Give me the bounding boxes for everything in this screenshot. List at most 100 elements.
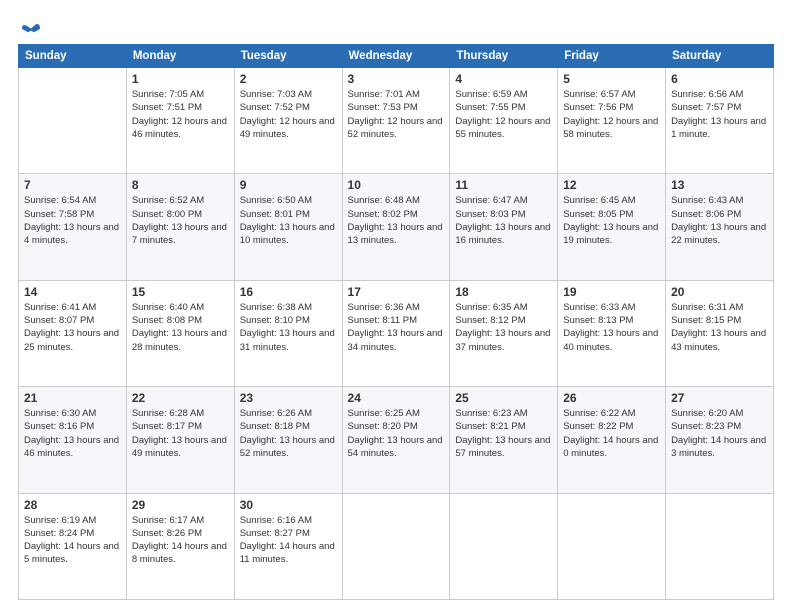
calendar-week-row: 14 Sunrise: 6:41 AMSunset: 8:07 PMDayligh… — [19, 280, 774, 386]
day-info: Sunrise: 6:54 AMSunset: 7:58 PMDaylight:… — [24, 194, 121, 247]
weekday-header-cell: Friday — [558, 45, 666, 68]
day-number: 22 — [132, 391, 229, 405]
day-number: 5 — [563, 72, 660, 86]
day-number: 28 — [24, 498, 121, 512]
day-info: Sunrise: 6:47 AMSunset: 8:03 PMDaylight:… — [455, 194, 552, 247]
day-info: Sunrise: 7:03 AMSunset: 7:52 PMDaylight:… — [240, 88, 337, 141]
calendar-cell: 12 Sunrise: 6:45 AMSunset: 8:05 PMDayligh… — [558, 174, 666, 280]
weekday-header-cell: Saturday — [666, 45, 774, 68]
day-info: Sunrise: 6:43 AMSunset: 8:06 PMDaylight:… — [671, 194, 768, 247]
day-number: 10 — [348, 178, 445, 192]
day-info: Sunrise: 7:01 AMSunset: 7:53 PMDaylight:… — [348, 88, 445, 141]
day-number: 1 — [132, 72, 229, 86]
day-number: 17 — [348, 285, 445, 299]
day-info: Sunrise: 6:17 AMSunset: 8:26 PMDaylight:… — [132, 514, 229, 567]
day-number: 23 — [240, 391, 337, 405]
weekday-header-cell: Monday — [126, 45, 234, 68]
calendar-cell: 30 Sunrise: 6:16 AMSunset: 8:27 PMDayligh… — [234, 493, 342, 599]
day-info: Sunrise: 6:40 AMSunset: 8:08 PMDaylight:… — [132, 301, 229, 354]
calendar-week-row: 28 Sunrise: 6:19 AMSunset: 8:24 PMDayligh… — [19, 493, 774, 599]
calendar-cell — [450, 493, 558, 599]
calendar-cell: 13 Sunrise: 6:43 AMSunset: 8:06 PMDayligh… — [666, 174, 774, 280]
calendar-cell — [342, 493, 450, 599]
day-number: 24 — [348, 391, 445, 405]
day-number: 6 — [671, 72, 768, 86]
day-info: Sunrise: 6:57 AMSunset: 7:56 PMDaylight:… — [563, 88, 660, 141]
day-info: Sunrise: 6:45 AMSunset: 8:05 PMDaylight:… — [563, 194, 660, 247]
calendar-table: SundayMondayTuesdayWednesdayThursdayFrid… — [18, 44, 774, 600]
day-number: 18 — [455, 285, 552, 299]
calendar-cell: 4Sunrise: 6:59 AMSunset: 7:55 PMDaylight… — [450, 68, 558, 174]
day-number: 16 — [240, 285, 337, 299]
day-info: Sunrise: 6:59 AMSunset: 7:55 PMDaylight:… — [455, 88, 552, 141]
day-number: 25 — [455, 391, 552, 405]
calendar-cell: 24 Sunrise: 6:25 AMSunset: 8:20 PMDayligh… — [342, 387, 450, 493]
calendar-cell: 25 Sunrise: 6:23 AMSunset: 8:21 PMDayligh… — [450, 387, 558, 493]
day-info: Sunrise: 6:30 AMSunset: 8:16 PMDaylight:… — [24, 407, 121, 460]
day-number: 26 — [563, 391, 660, 405]
calendar-cell: 7 Sunrise: 6:54 AMSunset: 7:58 PMDaylight… — [19, 174, 127, 280]
day-number: 19 — [563, 285, 660, 299]
day-info: Sunrise: 6:26 AMSunset: 8:18 PMDaylight:… — [240, 407, 337, 460]
calendar-cell: 16Sunrise: 6:38 AMSunset: 8:10 PMDayligh… — [234, 280, 342, 386]
calendar-cell: 5 Sunrise: 6:57 AMSunset: 7:56 PMDaylight… — [558, 68, 666, 174]
weekday-header-cell: Tuesday — [234, 45, 342, 68]
day-number: 3 — [348, 72, 445, 86]
day-number: 20 — [671, 285, 768, 299]
day-info: Sunrise: 6:36 AMSunset: 8:11 PMDaylight:… — [348, 301, 445, 354]
weekday-header-cell: Thursday — [450, 45, 558, 68]
calendar-cell: 14 Sunrise: 6:41 AMSunset: 8:07 PMDayligh… — [19, 280, 127, 386]
day-info: Sunrise: 6:52 AMSunset: 8:00 PMDaylight:… — [132, 194, 229, 247]
header — [18, 18, 774, 36]
calendar-cell: 20 Sunrise: 6:31 AMSunset: 8:15 PMDayligh… — [666, 280, 774, 386]
day-info: Sunrise: 6:22 AMSunset: 8:22 PMDaylight:… — [563, 407, 660, 460]
day-number: 15 — [132, 285, 229, 299]
day-info: Sunrise: 6:35 AMSunset: 8:12 PMDaylight:… — [455, 301, 552, 354]
calendar-cell: 15 Sunrise: 6:40 AMSunset: 8:08 PMDayligh… — [126, 280, 234, 386]
day-number: 8 — [132, 178, 229, 192]
calendar-cell: 6 Sunrise: 6:56 AMSunset: 7:57 PMDaylight… — [666, 68, 774, 174]
weekday-header-row: SundayMondayTuesdayWednesdayThursdayFrid… — [19, 45, 774, 68]
calendar-cell — [666, 493, 774, 599]
day-number: 12 — [563, 178, 660, 192]
calendar-cell: 2 Sunrise: 7:03 AMSunset: 7:52 PMDaylight… — [234, 68, 342, 174]
calendar-cell: 29 Sunrise: 6:17 AMSunset: 8:26 PMDayligh… — [126, 493, 234, 599]
day-info: Sunrise: 6:23 AMSunset: 8:21 PMDaylight:… — [455, 407, 552, 460]
day-info: Sunrise: 6:19 AMSunset: 8:24 PMDaylight:… — [24, 514, 121, 567]
day-number: 14 — [24, 285, 121, 299]
day-number: 29 — [132, 498, 229, 512]
day-info: Sunrise: 6:48 AMSunset: 8:02 PMDaylight:… — [348, 194, 445, 247]
day-number: 2 — [240, 72, 337, 86]
day-info: Sunrise: 6:20 AMSunset: 8:23 PMDaylight:… — [671, 407, 768, 460]
day-info: Sunrise: 6:31 AMSunset: 8:15 PMDaylight:… — [671, 301, 768, 354]
day-number: 27 — [671, 391, 768, 405]
day-info: Sunrise: 6:56 AMSunset: 7:57 PMDaylight:… — [671, 88, 768, 141]
calendar-cell: 1 Sunrise: 7:05 AMSunset: 7:51 PMDaylight… — [126, 68, 234, 174]
day-info: Sunrise: 7:05 AMSunset: 7:51 PMDaylight:… — [132, 88, 229, 141]
calendar-cell: 21Sunrise: 6:30 AMSunset: 8:16 PMDayligh… — [19, 387, 127, 493]
calendar-cell: 27 Sunrise: 6:20 AMSunset: 8:23 PMDayligh… — [666, 387, 774, 493]
calendar-week-row: 7 Sunrise: 6:54 AMSunset: 7:58 PMDaylight… — [19, 174, 774, 280]
day-number: 30 — [240, 498, 337, 512]
day-info: Sunrise: 6:50 AMSunset: 8:01 PMDaylight:… — [240, 194, 337, 247]
weekday-header-cell: Sunday — [19, 45, 127, 68]
day-info: Sunrise: 6:41 AMSunset: 8:07 PMDaylight:… — [24, 301, 121, 354]
calendar-cell: 18 Sunrise: 6:35 AMSunset: 8:12 PMDayligh… — [450, 280, 558, 386]
page: SundayMondayTuesdayWednesdayThursdayFrid… — [0, 0, 792, 612]
logo-bird-icon — [22, 18, 40, 36]
day-info: Sunrise: 6:25 AMSunset: 8:20 PMDaylight:… — [348, 407, 445, 460]
day-number: 7 — [24, 178, 121, 192]
calendar-cell: 9 Sunrise: 6:50 AMSunset: 8:01 PMDaylight… — [234, 174, 342, 280]
calendar-cell: 17 Sunrise: 6:36 AMSunset: 8:11 PMDayligh… — [342, 280, 450, 386]
calendar-cell: 19Sunrise: 6:33 AMSunset: 8:13 PMDayligh… — [558, 280, 666, 386]
calendar-week-row: 1 Sunrise: 7:05 AMSunset: 7:51 PMDaylight… — [19, 68, 774, 174]
day-number: 9 — [240, 178, 337, 192]
day-info: Sunrise: 6:16 AMSunset: 8:27 PMDaylight:… — [240, 514, 337, 567]
day-number: 11 — [455, 178, 552, 192]
calendar-cell: 22Sunrise: 6:28 AMSunset: 8:17 PMDayligh… — [126, 387, 234, 493]
weekday-header-cell: Wednesday — [342, 45, 450, 68]
calendar-cell: 28 Sunrise: 6:19 AMSunset: 8:24 PMDayligh… — [19, 493, 127, 599]
calendar-body: 1 Sunrise: 7:05 AMSunset: 7:51 PMDaylight… — [19, 68, 774, 600]
calendar-cell: 3 Sunrise: 7:01 AMSunset: 7:53 PMDaylight… — [342, 68, 450, 174]
day-number: 13 — [671, 178, 768, 192]
